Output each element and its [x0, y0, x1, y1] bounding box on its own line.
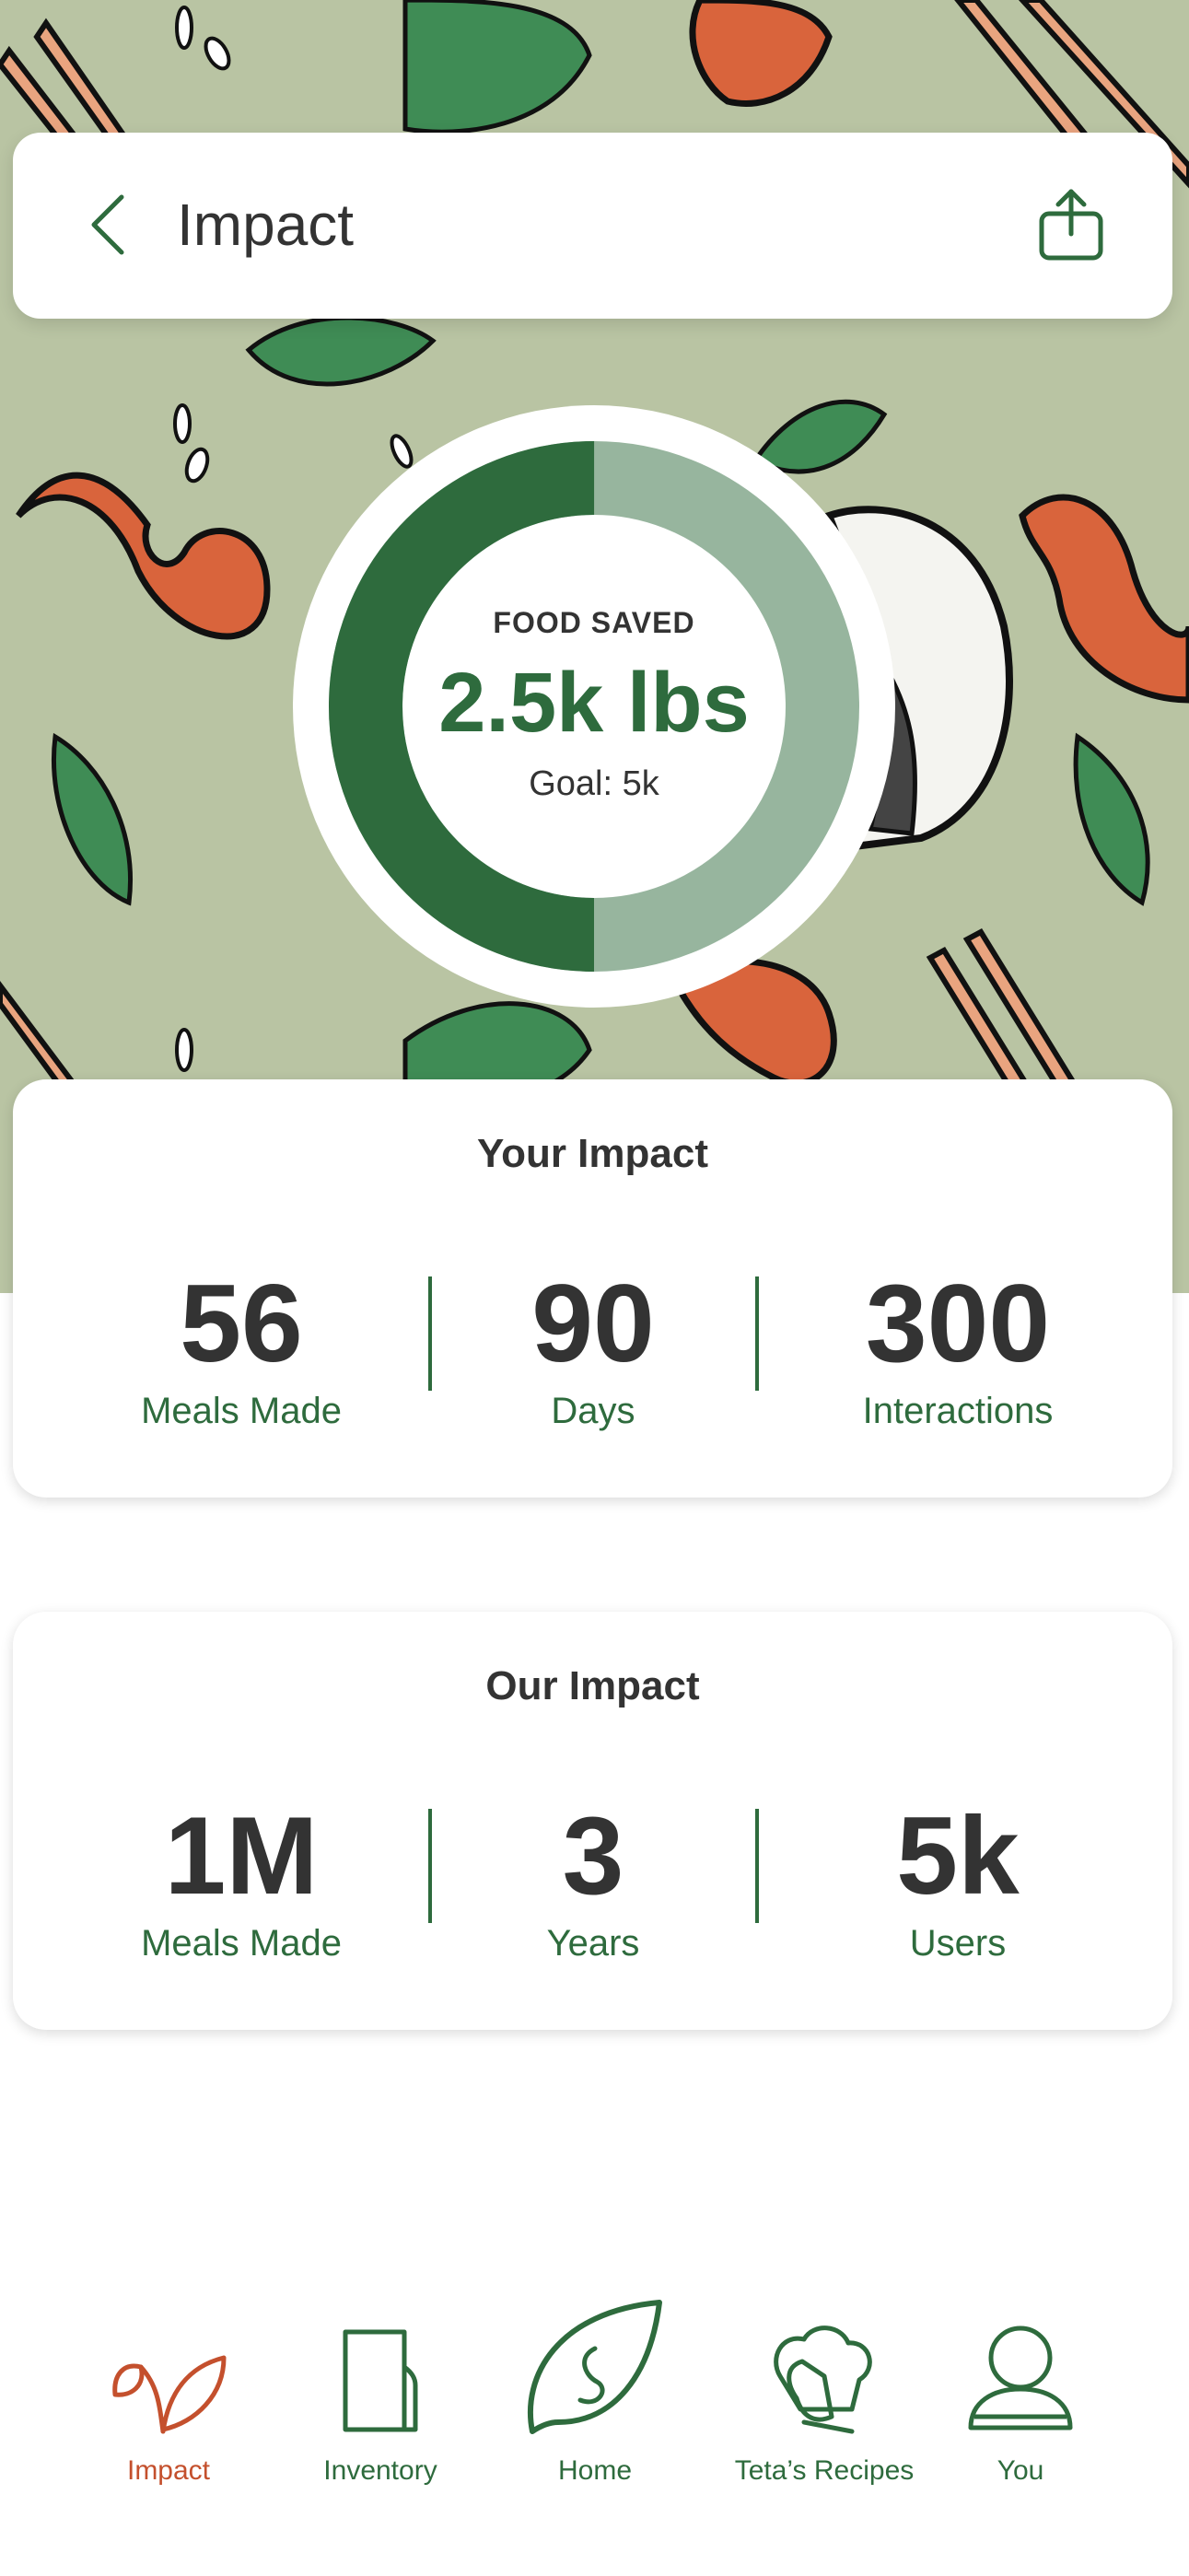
page-title: Impact — [177, 192, 355, 258]
sprout-icon — [112, 2355, 227, 2434]
chevron-left-icon — [91, 194, 124, 255]
stat-label: Days — [551, 1391, 635, 1431]
tab-label: Impact — [126, 2455, 211, 2486]
stat-users: 5k Users — [792, 1796, 1124, 1964]
stat-years: 3 Years — [427, 1796, 759, 1964]
bottom-tab-bar: Impact Inventory Home Teta’s Recipes You — [0, 2300, 1189, 2576]
leaf-logo-icon — [527, 2300, 662, 2434]
stat-label: Interactions — [862, 1391, 1054, 1431]
card-title: Your Impact — [476, 1131, 708, 1176]
stat-value: 300 — [865, 1262, 1051, 1385]
gauge-value: 2.5k lbs — [438, 656, 750, 750]
tab-label: Home — [557, 2455, 633, 2486]
stat-value: 3 — [562, 1794, 624, 1917]
tab-home[interactable]: Home — [489, 2300, 701, 2487]
share-button[interactable] — [1034, 186, 1108, 265]
share-icon — [1039, 189, 1103, 261]
stat-meals-made: 1M Meals Made — [76, 1796, 407, 1964]
tab-tetas-recipes[interactable]: Teta’s Recipes — [718, 2321, 930, 2487]
user-icon — [968, 2325, 1073, 2430]
stat-divider — [755, 1276, 759, 1391]
tab-impact[interactable]: Impact — [63, 2321, 274, 2487]
header-bar: Impact — [13, 133, 1172, 319]
notebook-icon — [343, 2329, 418, 2432]
tab-label: You — [997, 2455, 1044, 2486]
stat-label: Meals Made — [141, 1923, 342, 1964]
your-impact-card: Your Impact 56 Meals Made 90 Days 300 In… — [13, 1079, 1172, 1498]
stat-label: Users — [909, 1923, 1007, 1964]
stat-days: 90 Days — [427, 1264, 759, 1432]
stat-label: Years — [546, 1923, 640, 1964]
stat-interactions: 300 Interactions — [792, 1264, 1124, 1432]
stat-divider — [755, 1809, 759, 1923]
stat-value: 5k — [896, 1794, 1020, 1917]
card-title: Our Impact — [485, 1663, 700, 1708]
stat-meals-made: 56 Meals Made — [76, 1264, 407, 1432]
tab-label: Inventory — [323, 2455, 437, 2486]
stat-value: 56 — [180, 1262, 303, 1385]
back-button[interactable] — [77, 188, 142, 262]
gauge-label: FOOD SAVED — [493, 606, 695, 639]
our-impact-card: Our Impact 1M Meals Made 3 Years 5k User… — [13, 1612, 1172, 2030]
stat-value: 90 — [531, 1262, 655, 1385]
tab-you[interactable]: You — [915, 2321, 1126, 2487]
gauge-goal: Goal: 5k — [529, 764, 659, 803]
food-saved-gauge: FOOD SAVED 2.5k lbs Goal: 5k — [293, 405, 895, 1008]
tab-label: Teta’s Recipes — [734, 2455, 915, 2486]
stat-label: Meals Made — [141, 1391, 342, 1431]
stat-value: 1M — [164, 1794, 319, 1917]
chef-hat-mitt-icon — [774, 2325, 872, 2434]
tab-inventory[interactable]: Inventory — [274, 2321, 486, 2487]
